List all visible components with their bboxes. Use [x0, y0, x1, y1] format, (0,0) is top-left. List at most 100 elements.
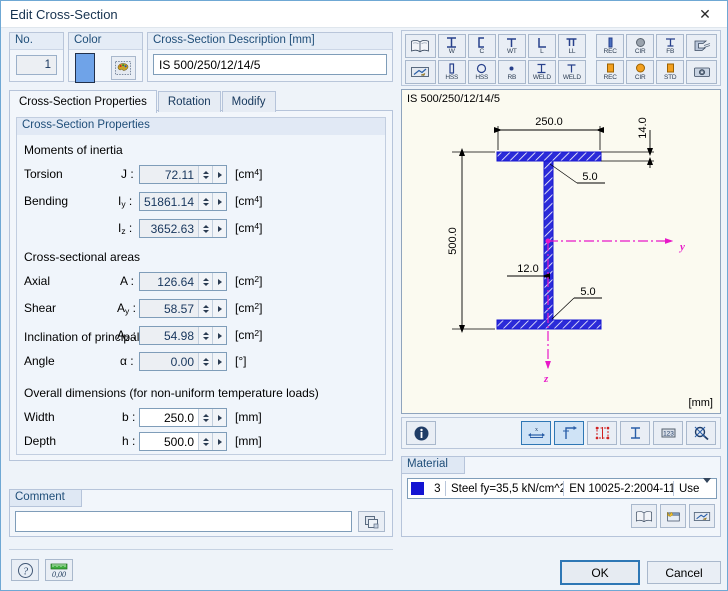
help-question-icon[interactable]: ?	[11, 559, 39, 581]
more-shear-az[interactable]	[212, 327, 226, 344]
more-bending-iy[interactable]	[212, 193, 226, 210]
zoom-reset-button[interactable]	[686, 421, 716, 445]
row-symbol-h: h :	[122, 434, 136, 448]
new-material-button[interactable]	[660, 504, 686, 528]
show-axes-button[interactable]	[554, 421, 584, 445]
description-input[interactable]: IS 500/250/12/14/5	[153, 54, 387, 75]
tab-modify[interactable]: Modify	[221, 91, 276, 112]
footer-divider	[9, 549, 393, 550]
field-bending-iy[interactable]: 51861.14	[139, 192, 227, 211]
tab-bar: Cross-Section Properties Rotation Modify	[9, 89, 277, 113]
tab-cross-section-properties[interactable]: Cross-Section Properties	[9, 90, 157, 113]
shape-w-button[interactable]: W	[437, 34, 466, 58]
comment-group: Comment	[9, 489, 393, 537]
shape-solid-rec-button[interactable]: REC	[596, 60, 625, 84]
description-label: Cross-Section Description [mm]	[148, 33, 392, 50]
dim-web-thickness: 12.0	[517, 263, 538, 275]
drawing-canvas: 250.0 14.0 5.0 500.0 12.0 5.0 y z	[447, 116, 685, 385]
shape-ll-button[interactable]: LL	[557, 34, 586, 58]
field-axial-a[interactable]: 126.64	[139, 272, 227, 291]
shape-fb-button[interactable]: FB	[656, 34, 685, 58]
row-symbol-a: A :	[120, 274, 135, 288]
more-angle-alpha[interactable]	[212, 353, 226, 370]
section-library-button[interactable]	[405, 34, 436, 58]
show-parts-button[interactable]	[620, 421, 650, 445]
dimension-lines-button[interactable]	[587, 421, 617, 445]
view-button[interactable]	[686, 60, 717, 84]
shape-weld-i-button[interactable]: WELD	[527, 60, 556, 84]
spinner-axial-a[interactable]	[198, 273, 212, 290]
field-shear-ay[interactable]: 58.57	[139, 299, 227, 318]
more-shear-ay[interactable]	[212, 300, 226, 317]
tab-rotation[interactable]: Rotation	[157, 91, 221, 112]
row-symbol-b: b :	[122, 410, 136, 424]
comment-input[interactable]	[15, 511, 352, 532]
shape-hss-round-button[interactable]: HSS	[467, 60, 496, 84]
row-label-shear: Shear	[24, 301, 57, 315]
spinner-depth-h[interactable]	[198, 433, 212, 450]
color-swatch[interactable]	[75, 53, 95, 83]
edit-material-button[interactable]	[689, 504, 715, 528]
material-dropdown[interactable]: 3 Steel fy=35,5 kN/cm^2 EN 10025-2:2004-…	[407, 477, 717, 499]
more-axial-a[interactable]	[212, 273, 226, 290]
dim-fillet-top: 5.0	[582, 171, 597, 183]
more-bending-iz[interactable]	[212, 220, 226, 237]
field-width-b[interactable]: 250.0	[139, 408, 227, 427]
spinner-angle-alpha[interactable]	[198, 353, 212, 370]
cross-section-drawing[interactable]: IS 500/250/12/14/5 250.0 14.0 5.0 500.0 …	[401, 89, 721, 414]
spinner-bending-iy[interactable]	[198, 193, 212, 210]
row-symbol-az: Az :	[117, 328, 136, 343]
more-depth-h[interactable]	[212, 433, 226, 450]
show-numbers-button[interactable]: 123	[653, 421, 683, 445]
field-shear-az[interactable]: 54.98	[139, 326, 227, 345]
material-color-swatch	[411, 482, 425, 495]
spinner-torsion-j[interactable]	[198, 166, 212, 183]
material-group: Material 3 Steel fy=35,5 kN/cm^2 EN 1002…	[401, 456, 721, 537]
shape-rb-button[interactable]: RB	[497, 60, 526, 84]
shape-std-button[interactable]: STD	[656, 60, 685, 84]
field-bending-iz[interactable]: 3652.63	[139, 219, 227, 238]
drawing-title: IS 500/250/12/14/5	[407, 93, 500, 105]
drawing-info-button[interactable]	[406, 421, 436, 445]
cancel-button[interactable]: Cancel	[647, 561, 721, 584]
unit-torsion-j: [cm4]	[235, 167, 263, 181]
parametric-button[interactable]	[405, 60, 436, 84]
shape-c-button[interactable]: C	[467, 34, 496, 58]
section-moments-of-inertia: Moments of inertia	[24, 143, 123, 157]
spinner-shear-az[interactable]	[198, 327, 212, 344]
dim-flange-thickness: 14.0	[637, 117, 649, 138]
chevron-down-icon[interactable]	[703, 477, 716, 495]
spinner-shear-ay[interactable]	[198, 300, 212, 317]
unit-width-b: [mm]	[235, 410, 262, 424]
ok-button[interactable]: OK	[560, 560, 640, 585]
shape-hss-rect-button[interactable]: HSS	[437, 60, 466, 84]
unit-shear-ay: [cm2]	[235, 301, 263, 315]
shape-weld-t-button[interactable]: WELD	[557, 60, 586, 84]
thin-walled-button[interactable]	[686, 34, 717, 58]
row-label-width: Width	[24, 410, 55, 424]
field-torsion-j[interactable]: 72.11	[139, 165, 227, 184]
unit-bending-iy: [cm4]	[235, 194, 263, 208]
close-icon[interactable]: ✕	[683, 1, 727, 27]
number-field[interactable]: 1	[16, 55, 57, 75]
units-decimal-icon[interactable]: 0,00	[45, 559, 73, 581]
svg-text:x: x	[535, 427, 538, 433]
dimension-width-button[interactable]: x	[521, 421, 551, 445]
copy-pages-icon[interactable]	[358, 511, 385, 532]
comment-label: Comment	[10, 490, 82, 507]
field-depth-h[interactable]: 500.0	[139, 432, 227, 451]
shape-solid-cir-button[interactable]: CIR	[626, 60, 655, 84]
color-palette-icon[interactable]	[110, 56, 136, 80]
spinner-width-b[interactable]	[198, 409, 212, 426]
svg-text:123: 123	[663, 431, 674, 438]
row-label-depth: Depth	[24, 434, 57, 448]
shape-rec-button[interactable]: REC	[596, 34, 625, 58]
shape-cir-button[interactable]: CIR	[626, 34, 655, 58]
more-width-b[interactable]	[212, 409, 226, 426]
material-library-button[interactable]	[631, 504, 657, 528]
more-torsion-j[interactable]	[212, 166, 226, 183]
field-angle-alpha[interactable]: 0.00	[139, 352, 227, 371]
spinner-bending-iz[interactable]	[198, 220, 212, 237]
shape-wt-button[interactable]: WT	[497, 34, 526, 58]
shape-l-button[interactable]: L	[527, 34, 556, 58]
